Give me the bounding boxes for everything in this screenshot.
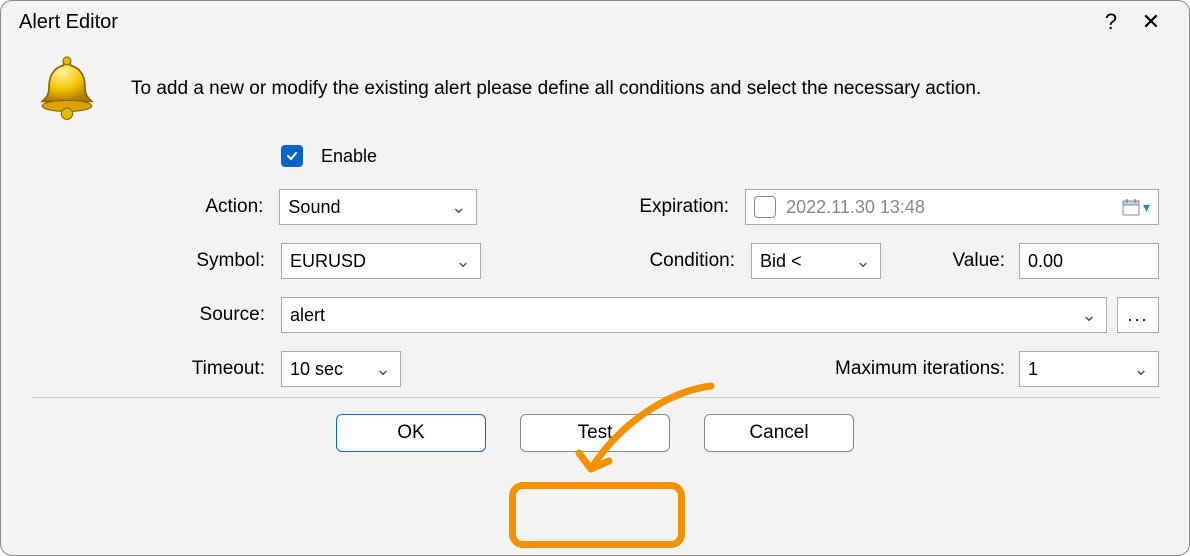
chevron-down-icon: ⌄	[1132, 359, 1150, 380]
title-bar: Alert Editor ? ✕	[1, 1, 1189, 35]
expiration-field[interactable]: 2022.11.30 13:48 ▾	[745, 189, 1159, 225]
chevron-down-icon: ⌄	[374, 359, 392, 380]
enable-label: Enable	[321, 146, 377, 167]
help-icon[interactable]: ?	[1091, 9, 1131, 35]
alert-editor-window: Alert Editor ? ✕ To add a new or modify …	[0, 0, 1190, 556]
cancel-button[interactable]: Cancel	[704, 414, 854, 452]
separator	[31, 397, 1159, 398]
intro-text: To add a new or modify the existing aler…	[131, 78, 981, 100]
dialog-content: To add a new or modify the existing aler…	[1, 35, 1189, 452]
chevron-down-icon: ⌄	[454, 251, 472, 272]
symbol-label: Symbol:	[161, 250, 271, 272]
value-label: Value:	[953, 250, 1009, 272]
value-input[interactable]: 0.00	[1019, 243, 1159, 279]
max-iter-label: Maximum iterations:	[835, 358, 1009, 380]
button-row: OK Test Cancel	[31, 414, 1159, 452]
ok-button[interactable]: OK	[336, 414, 486, 452]
timeout-select[interactable]: 10 sec ⌄	[281, 351, 401, 387]
chevron-down-icon: ⌄	[450, 197, 468, 218]
chevron-down-icon: ⌄	[854, 251, 872, 272]
action-label: Action:	[161, 196, 269, 218]
test-button[interactable]: Test	[520, 414, 670, 452]
enable-checkbox[interactable]	[281, 145, 303, 167]
window-title: Alert Editor	[19, 11, 1091, 34]
expiration-label: Expiration:	[627, 196, 735, 218]
browse-button[interactable]: ...	[1117, 297, 1159, 333]
timeout-label: Timeout:	[161, 358, 271, 380]
condition-label: Condition:	[631, 250, 741, 272]
max-iter-select[interactable]: 1 ⌄	[1019, 351, 1159, 387]
action-select[interactable]: Sound ⌄	[279, 189, 476, 225]
calendar-icon	[1121, 197, 1141, 217]
chevron-down-icon: ⌄	[1080, 305, 1098, 326]
bell-icon	[31, 53, 103, 125]
symbol-select[interactable]: EURUSD ⌄	[281, 243, 481, 279]
close-icon[interactable]: ✕	[1131, 9, 1171, 35]
condition-select[interactable]: Bid < ⌄	[751, 243, 881, 279]
source-select[interactable]: alert ⌄	[281, 297, 1107, 333]
expiration-checkbox[interactable]	[754, 196, 776, 218]
annotation-highlight	[509, 482, 685, 548]
source-label: Source:	[161, 304, 271, 326]
date-dropdown-icon: ▾	[1143, 199, 1150, 216]
